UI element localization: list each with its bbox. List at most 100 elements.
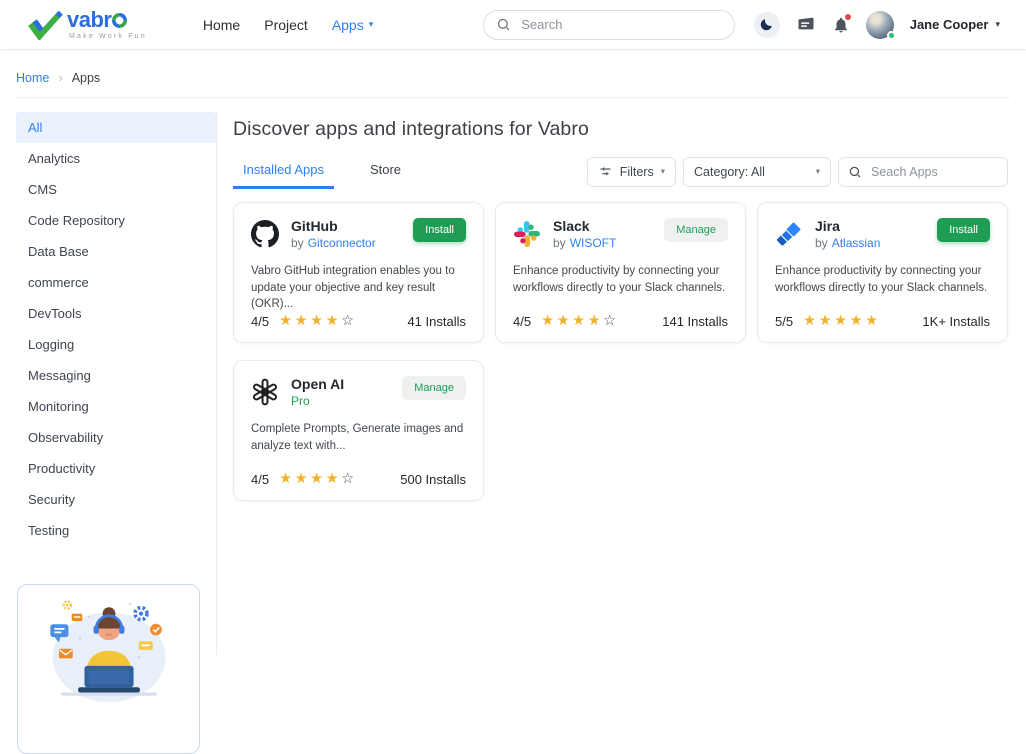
search-icon <box>496 17 511 32</box>
filter-icon <box>598 164 613 179</box>
app-byline: by Atlassian <box>815 237 880 251</box>
stars-empty: ☆ <box>603 313 619 329</box>
app-description: Vabro GitHub integration enables you to … <box>251 263 466 313</box>
app-byline: Pro <box>291 395 344 409</box>
moon-icon <box>759 17 774 32</box>
manage-button[interactable]: Manage <box>664 218 728 242</box>
user-menu[interactable]: Jane Cooper ▾ <box>910 17 1000 32</box>
stars-filled: ★★★★ <box>279 313 341 329</box>
online-status-dot <box>887 31 896 40</box>
app-cards-grid: GitHub by Gitconnector Install Vabro Git… <box>233 202 1008 501</box>
brand-name-text: vabr <box>67 9 111 31</box>
stars-filled: ★★★★★ <box>803 313 881 329</box>
nav-item-project[interactable]: Project <box>264 17 308 33</box>
breadcrumb-home[interactable]: Home <box>16 71 49 85</box>
star-rating: ★★★★☆ <box>541 314 619 329</box>
star-rating: ★★★★★ <box>803 314 881 329</box>
app-card-jira: Jira by Atlassian Install Enhance produc… <box>757 202 1008 343</box>
category-select[interactable]: Category: All ▾ <box>683 157 831 187</box>
sidebar-item-messaging[interactable]: Messaging <box>16 360 216 391</box>
chevron-down-icon: ▾ <box>995 20 1000 29</box>
brand-name: vabr <box>67 9 147 31</box>
rating-value: 4/5 <box>251 314 269 329</box>
avatar[interactable] <box>866 11 894 39</box>
chevron-down-icon: ▾ <box>816 167 820 176</box>
sidebar-item-security[interactable]: Security <box>16 484 216 515</box>
github-logo-icon <box>251 220 279 248</box>
card-header: Open AI Pro Manage <box>251 376 466 409</box>
breadcrumb: Home › Apps <box>16 70 1010 98</box>
app-description: Enhance productivity by connecting your … <box>775 263 990 296</box>
sidebar-item-observability[interactable]: Observability <box>16 422 216 453</box>
stars-empty: ☆ <box>341 313 357 329</box>
card-header: GitHub by Gitconnector Install <box>251 218 466 251</box>
global-search-input[interactable] <box>519 16 722 33</box>
app-card-github: GitHub by Gitconnector Install Vabro Git… <box>233 202 484 343</box>
vendor-link[interactable]: Atlassian <box>832 237 881 251</box>
nav-item-apps[interactable]: Apps▾ <box>332 17 373 33</box>
vendor-link[interactable]: Gitconnector <box>308 237 376 251</box>
sidebar-item-monitoring[interactable]: Monitoring <box>16 391 216 422</box>
sidebar-item-code-repository[interactable]: Code Repository <box>16 205 216 236</box>
byline-prefix: by <box>553 237 566 251</box>
rating-value: 4/5 <box>251 472 269 487</box>
topbar: vabr Make Work Fun Home Project Apps▾ <box>0 0 1026 50</box>
openai-logo-icon <box>251 378 279 406</box>
sidebar-item-all[interactable]: All <box>16 112 216 143</box>
user-name: Jane Cooper <box>910 17 989 32</box>
installs-count: 41 Installs <box>407 314 466 329</box>
sidebar-item-commerce[interactable]: commerce <box>16 267 216 298</box>
stars-empty: ☆ <box>341 471 357 487</box>
apps-search[interactable] <box>838 157 1008 187</box>
byline-prefix: by <box>291 237 304 251</box>
app-title-block: Open AI Pro <box>291 376 344 409</box>
app-name: Open AI <box>291 376 344 392</box>
card-footer: 4/5 ★★★★☆ 141 Installs <box>513 314 728 329</box>
apps-search-input[interactable] <box>869 164 998 180</box>
app-title-block: GitHub by Gitconnector <box>291 218 376 251</box>
app-card-openai: Open AI Pro Manage Complete Prompts, Gen… <box>233 360 484 501</box>
app-description: Complete Prompts, Generate images and an… <box>251 421 466 454</box>
plan-badge: Pro <box>291 395 310 409</box>
rating-value: 5/5 <box>775 314 793 329</box>
notification-badge <box>845 14 851 20</box>
app-byline: by Gitconnector <box>291 237 376 251</box>
card-footer: 5/5 ★★★★★ 1K+ Installs <box>775 314 990 329</box>
install-button[interactable]: Install <box>937 218 990 242</box>
app-name: Jira <box>815 218 880 234</box>
brand-logo[interactable]: vabr Make Work Fun <box>28 9 147 40</box>
vendor-link[interactable]: WISOFT <box>570 237 617 251</box>
message-icon <box>796 15 816 35</box>
sidebar-item-testing[interactable]: Testing <box>16 515 216 546</box>
app-byline: by WISOFT <box>553 237 616 251</box>
app-name: GitHub <box>291 218 376 234</box>
rating-value: 4/5 <box>513 314 531 329</box>
sidebar-item-data-base[interactable]: Data Base <box>16 236 216 267</box>
nav-item-home[interactable]: Home <box>203 17 240 33</box>
install-button[interactable]: Install <box>413 218 466 242</box>
sidebar-item-productivity[interactable]: Productivity <box>16 453 216 484</box>
sidebar-item-cms[interactable]: CMS <box>16 174 216 205</box>
brand-text: vabr Make Work Fun <box>67 9 147 40</box>
notifications-button[interactable] <box>832 16 850 34</box>
app-title-block: Slack by WISOFT <box>553 218 616 251</box>
filters-button[interactable]: Filters ▾ <box>587 157 676 187</box>
installs-count: 141 Installs <box>662 314 728 329</box>
dark-mode-toggle[interactable] <box>754 12 780 38</box>
tab-installed-apps[interactable]: Installed Apps <box>233 154 334 189</box>
manage-button[interactable]: Manage <box>402 376 466 400</box>
slack-logo-icon <box>513 220 541 248</box>
promo-illustration <box>29 593 189 711</box>
global-search[interactable] <box>483 10 735 40</box>
star-rating: ★★★★☆ <box>279 314 357 329</box>
stars-filled: ★★★★ <box>541 313 603 329</box>
nav-apps-label: Apps <box>332 17 364 33</box>
tab-store[interactable]: Store <box>360 154 411 189</box>
breadcrumb-separator-icon: › <box>58 70 62 85</box>
sidebar-item-logging[interactable]: Logging <box>16 329 216 360</box>
sidebar-item-devtools[interactable]: DevTools <box>16 298 216 329</box>
topbar-actions: Jane Cooper ▾ <box>754 11 1000 39</box>
sidebar-item-analytics[interactable]: Analytics <box>16 143 216 174</box>
jira-logo-icon <box>775 220 803 248</box>
messages-button[interactable] <box>796 15 816 35</box>
